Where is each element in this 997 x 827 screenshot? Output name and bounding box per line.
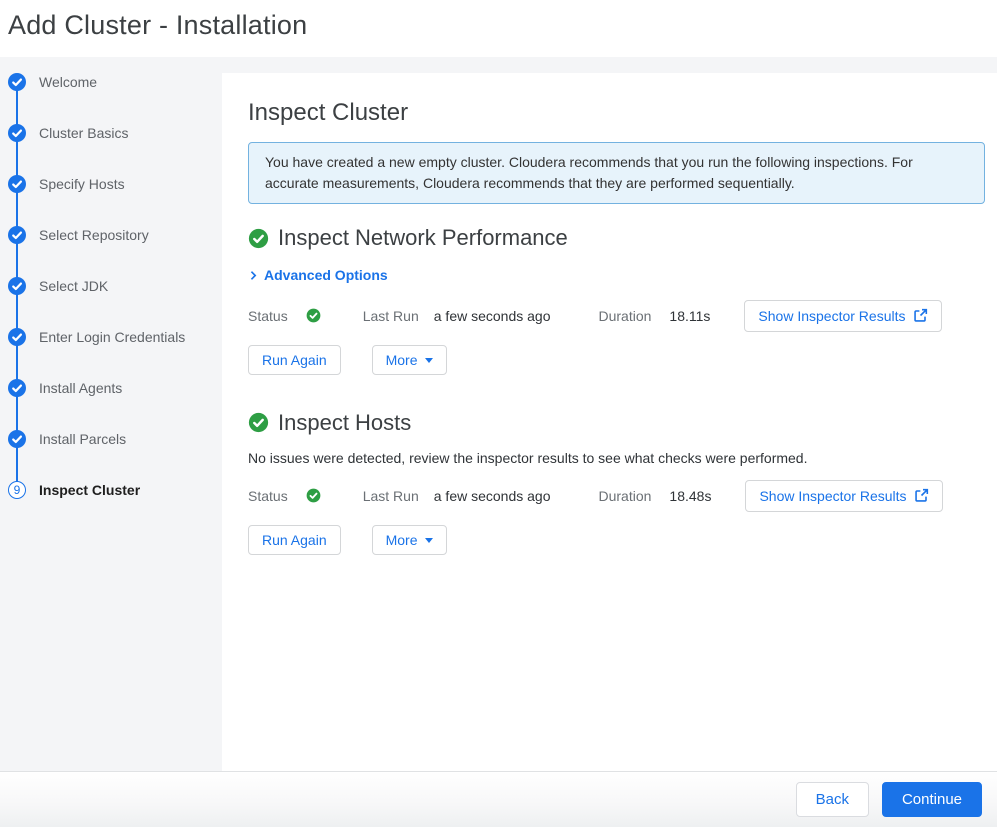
step-label: Enter Login Credentials: [39, 328, 185, 346]
check-circle-icon: [8, 175, 26, 193]
hosts-inspection-title: Inspect Hosts: [278, 410, 411, 436]
sidebar-step-install-parcels[interactable]: Install Parcels: [8, 430, 222, 481]
last-run-value: a few seconds ago: [434, 308, 551, 324]
caret-down-icon: [425, 358, 433, 363]
check-circle-icon: [8, 277, 26, 295]
page: Add Cluster - Installation Welcome Cluste…: [0, 0, 997, 827]
external-link-icon: [913, 308, 928, 323]
check-circle-icon: [248, 412, 269, 433]
external-link-icon: [914, 488, 929, 503]
network-status-row: Status Last Run a few seconds ago Durati…: [248, 300, 985, 332]
more-dropdown-button[interactable]: More: [372, 525, 447, 555]
duration-label: Duration: [599, 488, 652, 504]
sidebar-step-inspect-cluster[interactable]: 9 Inspect Cluster: [8, 481, 222, 532]
step-label: Cluster Basics: [39, 124, 128, 142]
chevron-right-icon: [248, 270, 259, 281]
run-again-button[interactable]: Run Again: [248, 525, 341, 555]
status-success-icon: [306, 308, 321, 323]
main-panel: Inspect Cluster You have created a new e…: [222, 73, 997, 771]
network-action-row: Run Again More: [248, 345, 985, 375]
run-again-label: Run Again: [262, 352, 327, 368]
more-label: More: [386, 532, 418, 548]
status-success-icon: [306, 488, 321, 503]
show-inspector-results-label: Show Inspector Results: [758, 308, 905, 324]
main-area: Inspect Cluster You have created a new e…: [222, 57, 997, 771]
info-banner: You have created a new empty cluster. Cl…: [248, 142, 985, 204]
content-row: Welcome Cluster Basics Specify Hosts Select…: [0, 57, 997, 771]
sidebar-step-specify-hosts[interactable]: Specify Hosts: [8, 175, 222, 226]
hosts-inspection-heading: Inspect Hosts: [248, 410, 985, 436]
hosts-action-row: Run Again More: [248, 525, 985, 555]
check-circle-icon: [248, 228, 269, 249]
more-dropdown-button[interactable]: More: [372, 345, 447, 375]
check-circle-icon: [8, 379, 26, 397]
last-run-value: a few seconds ago: [434, 488, 551, 504]
caret-down-icon: [425, 538, 433, 543]
info-banner-text: You have created a new empty cluster. Cl…: [265, 154, 913, 191]
show-inspector-results-button[interactable]: Show Inspector Results: [745, 480, 942, 512]
back-button[interactable]: Back: [796, 782, 869, 817]
step-label: Specify Hosts: [39, 175, 125, 193]
wizard-steps: Welcome Cluster Basics Specify Hosts Select…: [8, 73, 222, 532]
advanced-options-label: Advanced Options: [264, 267, 388, 283]
continue-button[interactable]: Continue: [882, 782, 982, 817]
show-inspector-results-button[interactable]: Show Inspector Results: [744, 300, 941, 332]
wizard-footer: Back Continue: [0, 771, 997, 827]
sidebar-step-enter-login-credentials[interactable]: Enter Login Credentials: [8, 328, 222, 379]
step-label: Install Parcels: [39, 430, 126, 448]
check-circle-icon: [8, 328, 26, 346]
section-title: Inspect Cluster: [248, 99, 985, 127]
check-circle-icon: [8, 226, 26, 244]
show-inspector-results-label: Show Inspector Results: [759, 488, 906, 504]
hosts-inspection-description: No issues were detected, review the insp…: [248, 450, 985, 466]
last-run-label: Last Run: [363, 488, 419, 504]
sidebar-step-welcome[interactable]: Welcome: [8, 73, 222, 124]
sidebar-step-select-repository[interactable]: Select Repository: [8, 226, 222, 277]
sidebar-step-select-jdk[interactable]: Select JDK: [8, 277, 222, 328]
step-label: Welcome: [39, 73, 97, 91]
step-number-badge: 9: [8, 481, 26, 499]
more-label: More: [386, 352, 418, 368]
advanced-options-link[interactable]: Advanced Options: [248, 267, 388, 283]
duration-value: 18.11s: [669, 308, 710, 324]
app-header: Add Cluster - Installation: [0, 0, 997, 57]
wizard-sidebar: Welcome Cluster Basics Specify Hosts Select…: [0, 57, 222, 771]
check-circle-icon: [8, 430, 26, 448]
check-circle-icon: [8, 73, 26, 91]
last-run-label: Last Run: [363, 308, 419, 324]
step-label: Inspect Cluster: [39, 481, 140, 499]
page-title: Add Cluster - Installation: [8, 10, 997, 41]
check-circle-icon: [8, 124, 26, 142]
sidebar-step-cluster-basics[interactable]: Cluster Basics: [8, 124, 222, 175]
sidebar-step-install-agents[interactable]: Install Agents: [8, 379, 222, 430]
network-inspection-heading: Inspect Network Performance: [248, 225, 985, 251]
status-label: Status: [248, 488, 288, 504]
step-label: Install Agents: [39, 379, 122, 397]
step-label: Select JDK: [39, 277, 108, 295]
hosts-status-row: Status Last Run a few seconds ago Durati…: [248, 480, 985, 512]
duration-value: 18.48s: [669, 488, 711, 504]
network-inspection-title: Inspect Network Performance: [278, 225, 568, 251]
duration-label: Duration: [599, 308, 652, 324]
run-again-button[interactable]: Run Again: [248, 345, 341, 375]
status-label: Status: [248, 308, 288, 324]
step-label: Select Repository: [39, 226, 149, 244]
run-again-label: Run Again: [262, 532, 327, 548]
